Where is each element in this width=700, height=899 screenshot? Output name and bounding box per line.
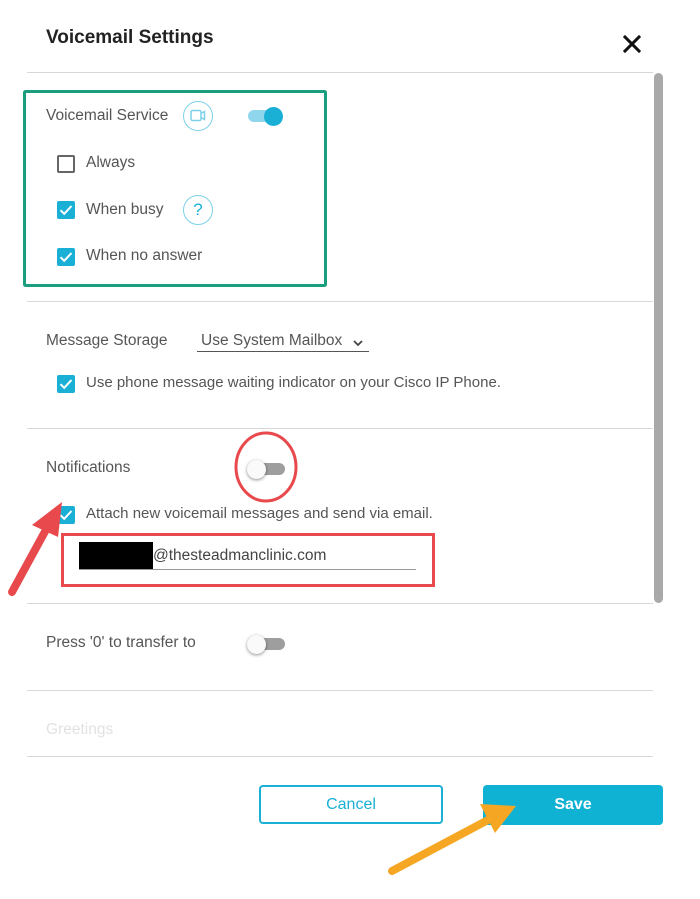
- close-icon[interactable]: [620, 32, 644, 56]
- message-storage-select[interactable]: Use System Mailbox: [197, 330, 369, 352]
- message-storage-label: Message Storage: [46, 332, 168, 349]
- voicemail-service-toggle[interactable]: [247, 106, 287, 126]
- voicemail-service-label: Voicemail Service: [46, 107, 169, 124]
- footer-divider: [27, 756, 653, 757]
- section-divider: [27, 428, 653, 429]
- scrollbar-thumb[interactable]: [654, 73, 663, 603]
- when-no-answer-label: When no answer: [86, 247, 203, 264]
- message-storage-value: Use System Mailbox: [201, 332, 343, 349]
- mwi-label: Use phone message waiting indicator on y…: [86, 374, 501, 391]
- select-underline: [197, 351, 369, 352]
- notifications-label: Notifications: [46, 459, 131, 476]
- transfer-toggle[interactable]: [247, 634, 287, 654]
- email-underline: [79, 569, 416, 570]
- always-label: Always: [86, 154, 136, 171]
- mwi-checkbox[interactable]: [57, 375, 75, 393]
- greetings-label[interactable]: Greetings: [46, 721, 113, 739]
- when-no-answer-checkbox[interactable]: [57, 248, 75, 266]
- when-busy-checkbox[interactable]: [57, 201, 75, 219]
- cancel-button[interactable]: Cancel: [259, 785, 443, 824]
- help-icon[interactable]: ?: [183, 195, 213, 225]
- annotation-overlay: [8, 90, 516, 875]
- help-glyph: ?: [193, 200, 203, 219]
- red-arrow: [8, 502, 62, 596]
- toggle-knob: [247, 459, 266, 479]
- email-domain: @thesteadmanclinic.com: [153, 547, 327, 564]
- section-divider: [27, 690, 653, 691]
- section-divider: [27, 301, 653, 302]
- header-divider: [27, 72, 653, 73]
- attach-checkbox[interactable]: [57, 506, 75, 524]
- always-checkbox[interactable]: [57, 155, 75, 173]
- section-divider: [27, 603, 653, 604]
- attach-label: Attach new voicemail messages and send v…: [86, 505, 433, 522]
- notifications-toggle[interactable]: [247, 459, 287, 479]
- dialog-title: Voicemail Settings: [46, 27, 214, 48]
- redacted-block: [79, 542, 153, 570]
- video-camera-icon[interactable]: [183, 101, 213, 131]
- toggle-knob: [247, 634, 266, 654]
- transfer-label: Press '0' to transfer to: [46, 634, 196, 651]
- when-busy-label: When busy: [86, 201, 164, 218]
- save-button[interactable]: Save: [483, 785, 663, 825]
- email-field[interactable]: @thesteadmanclinic.com: [79, 542, 417, 571]
- toggle-knob: [264, 106, 283, 126]
